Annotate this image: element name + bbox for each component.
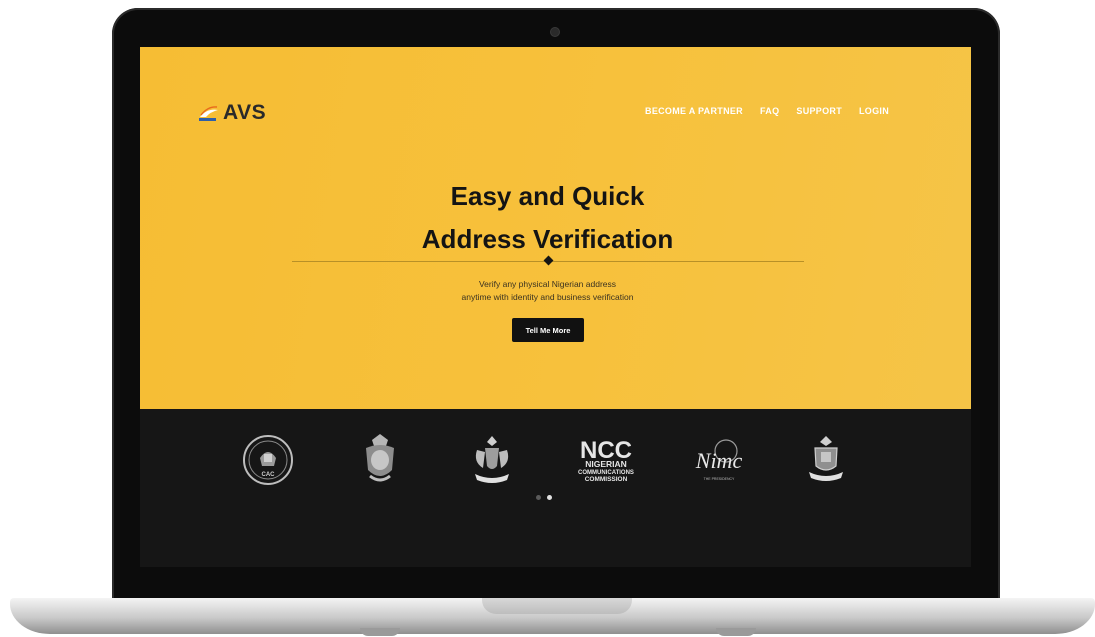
- partner-coat-of-arms[interactable]: [452, 429, 532, 491]
- laptop-foot-right: [716, 628, 756, 636]
- carousel-dot-2[interactable]: [547, 495, 552, 500]
- tell-me-more-button[interactable]: Tell Me More: [512, 318, 584, 342]
- carousel-dot-1[interactable]: [536, 495, 541, 500]
- nav-support[interactable]: SUPPORT: [796, 106, 842, 116]
- nav-login[interactable]: LOGIN: [859, 106, 889, 116]
- laptop-screen: AVS BECOME A PARTNER FAQ SUPPORT LOGIN E…: [140, 47, 971, 567]
- laptop-foot-left: [360, 628, 400, 636]
- hero-subtitle: Verify any physical Nigerian address any…: [140, 278, 955, 304]
- cac-label: CAC: [262, 472, 276, 478]
- coat-of-arms-icon: [475, 436, 509, 483]
- nimc-caption: THE PRESIDENCY: [704, 477, 735, 481]
- nav-become-a-partner[interactable]: BECOME A PARTNER: [645, 106, 743, 116]
- university-crest-icon: [809, 436, 843, 481]
- site-logo[interactable]: AVS: [198, 101, 266, 125]
- headline-line-2: Address Verification: [421, 224, 674, 254]
- police-crest-icon: [366, 434, 394, 482]
- webcam-icon: [551, 28, 559, 36]
- headline-line-1: Easy and Quick: [450, 181, 645, 211]
- nimc-text: Nimc: [695, 448, 743, 473]
- laptop-notch: [482, 598, 632, 614]
- subtitle-line-1: Verify any physical Nigerian address: [478, 279, 616, 289]
- partner-cac[interactable]: CAC: [228, 429, 308, 491]
- nav-faq[interactable]: FAQ: [760, 106, 779, 116]
- logo-text: AVS: [223, 101, 267, 124]
- nimc-logo-icon: Nimc THE PRESIDENCY: [695, 439, 743, 481]
- partner-logos-carousel: CAC NCC NIGERIAN COMMUNICATIONS COMMISSI…: [140, 409, 971, 567]
- ncc-logo-icon: NCC NIGERIAN COMMUNICATIONS COMMISSION: [578, 437, 634, 483]
- partner-university[interactable]: [786, 429, 866, 491]
- top-nav: BECOME A PARTNER FAQ SUPPORT LOGIN: [645, 106, 889, 116]
- cac-seal-icon: CAC: [243, 435, 293, 485]
- ncc-line-3: COMMISSION: [585, 476, 628, 483]
- subtitle-line-2: anytime with identity and business verif…: [461, 292, 634, 302]
- ncc-line-1: NIGERIAN: [585, 459, 627, 469]
- carousel-dots: [536, 495, 552, 500]
- page-title: Easy and Quick Address Verification: [140, 175, 955, 261]
- partner-ncc[interactable]: NCC NIGERIAN COMMUNICATIONS COMMISSION: [561, 429, 651, 491]
- partner-police[interactable]: [340, 429, 420, 491]
- avs-logo-icon: [199, 106, 218, 121]
- hero-section: AVS BECOME A PARTNER FAQ SUPPORT LOGIN E…: [140, 47, 971, 409]
- partner-nimc[interactable]: Nimc THE PRESIDENCY: [675, 429, 765, 491]
